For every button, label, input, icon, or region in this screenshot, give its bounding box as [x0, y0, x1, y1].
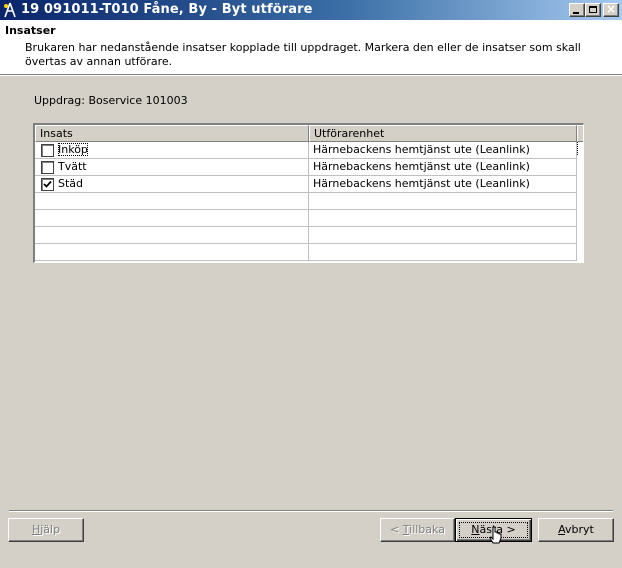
scroll-marker — [577, 142, 578, 155]
empty-table-row — [35, 210, 577, 227]
checkmark-icon — [43, 180, 52, 188]
insats-cell[interactable]: Tvätt — [35, 159, 309, 176]
empty-cell — [309, 210, 577, 227]
column-header-utforarenhet[interactable]: Utförarenhet — [309, 125, 577, 142]
utforarenhet-cell[interactable]: Härnebackens hemtjänst ute (Leanlink) — [309, 159, 577, 176]
dialog-window: 19 091011-T010 Fåne, By - Byt utförare ×… — [0, 0, 622, 568]
button-separator — [9, 510, 613, 512]
table-row[interactable]: Tvätt Härnebackens hemtjänst ute (Leanlin… — [35, 159, 577, 176]
page-description: Brukaren har nedanstående insatser koppl… — [25, 41, 581, 68]
help-button[interactable]: Hjälp — [8, 518, 84, 542]
insats-label: Städ — [58, 177, 84, 190]
insats-cell[interactable]: Inköp — [35, 142, 309, 159]
close-icon: × — [605, 2, 617, 16]
insats-label: Inköp — [58, 143, 88, 156]
insats-checkbox[interactable] — [41, 161, 54, 174]
insats-checkbox[interactable] — [41, 144, 54, 157]
table-row[interactable]: Städ Härnebackens hemtjänst ute (Leanlink… — [35, 176, 577, 193]
utforarenhet-cell[interactable]: Härnebackens hemtjänst ute (Leanlink) — [309, 142, 577, 159]
utforarenhet-cell[interactable]: Härnebackens hemtjänst ute (Leanlink) — [309, 176, 577, 193]
cancel-button-label: Avbryt — [558, 523, 594, 536]
insats-label: Tvätt — [58, 160, 87, 173]
window-title: 19 091011-T010 Fåne, By - Byt utförare — [21, 2, 313, 17]
minimize-icon — [573, 12, 579, 14]
maximize-icon — [589, 6, 597, 13]
insats-checkbox[interactable] — [41, 178, 54, 191]
help-button-label: Hjälp — [31, 523, 61, 536]
uppdrag-label: Uppdrag: Boservice 101003 — [34, 94, 188, 107]
insats-cell[interactable]: Städ — [35, 176, 309, 193]
empty-cell — [35, 193, 309, 210]
empty-cell — [35, 210, 309, 227]
table-row[interactable]: Inköp Härnebackens hemtjänst ute (Leanlin… — [35, 142, 577, 159]
empty-table-row — [35, 244, 577, 261]
empty-cell — [35, 227, 309, 244]
grid-header: Insats Utförarenhet — [35, 125, 583, 142]
maximize-button[interactable] — [585, 3, 601, 17]
empty-cell — [309, 193, 577, 210]
close-button[interactable]: × — [603, 2, 619, 17]
title-bar[interactable]: 19 091011-T010 Fåne, By - Byt utförare × — [0, 0, 622, 20]
column-header-filler — [577, 125, 583, 142]
empty-cell — [309, 227, 577, 244]
column-header-insats[interactable]: Insats — [35, 125, 309, 142]
empty-cell — [35, 244, 309, 261]
wizard-header: Insatser Brukaren har nedanstående insat… — [0, 20, 622, 75]
minimize-button[interactable] — [569, 3, 585, 17]
page-title: Insatser — [5, 24, 56, 37]
empty-table-row — [35, 193, 577, 210]
insats-grid[interactable]: Insats Utförarenhet Inköp Härnebackens he… — [33, 123, 584, 263]
empty-table-row — [35, 227, 577, 244]
mouse-cursor-icon — [489, 526, 502, 544]
cancel-button[interactable]: Avbryt — [538, 518, 614, 542]
empty-cell — [309, 244, 577, 261]
back-button-label: < Tillbaka — [390, 523, 445, 536]
back-button[interactable]: < Tillbaka — [380, 518, 455, 542]
app-icon[interactable] — [2, 2, 18, 18]
